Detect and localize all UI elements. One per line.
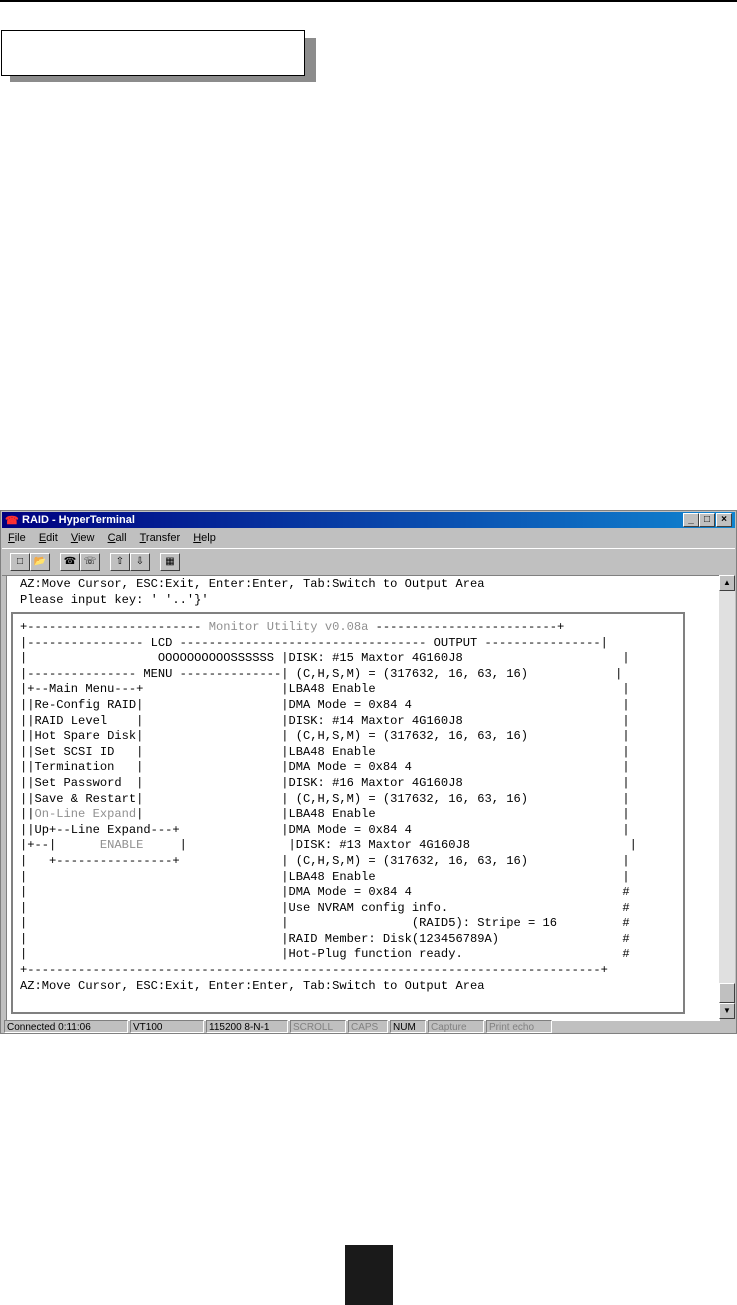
screen-line: ||Up+--Line Expand---+ |DMA Mode = 0x84 … bbox=[20, 822, 630, 837]
new-icon[interactable]: □ bbox=[10, 553, 30, 571]
page-tab-marker bbox=[345, 1245, 393, 1305]
send-icon[interactable]: ⇧ bbox=[110, 553, 130, 571]
status-cell: CAPS bbox=[348, 1020, 388, 1033]
screen-line: ||Re-Config RAID| |DMA Mode = 0x84 4 | bbox=[20, 697, 630, 712]
screen-line: |+--Main Menu---+ |LBA48 Enable | bbox=[20, 682, 630, 697]
screen-line: |+--| ENABLE | |DISK: #13 Maxtor 4G160J8… bbox=[20, 838, 637, 853]
status-cell: SCROLL bbox=[290, 1020, 346, 1033]
menu-call[interactable]: Call bbox=[108, 529, 127, 547]
vertical-scrollbar[interactable]: ▲ ▼ bbox=[719, 575, 735, 1019]
receive-icon[interactable]: ⇩ bbox=[130, 553, 150, 571]
status-cell: 115200 8-N-1 bbox=[206, 1020, 288, 1033]
screen-line: | |DMA Mode = 0x84 4 # bbox=[20, 885, 630, 900]
screen-line: ||Set SCSI ID | |LBA48 Enable | bbox=[20, 744, 630, 759]
scroll-thumb[interactable] bbox=[719, 983, 735, 1003]
menu-view[interactable]: View bbox=[71, 529, 95, 547]
disconnect-icon[interactable]: ☏ bbox=[80, 553, 100, 571]
open-icon[interactable]: 📂 bbox=[30, 553, 50, 571]
screen-line: ||Termination | |DMA Mode = 0x84 4 | bbox=[20, 760, 630, 775]
window-titlebar[interactable]: ☎ RAID - HyperTerminal _ □ × bbox=[2, 512, 735, 528]
screen-title: Monitor Utility v0.08a bbox=[201, 620, 376, 634]
status-cell: Capture bbox=[428, 1020, 484, 1033]
connect-icon[interactable]: ☎ bbox=[60, 553, 80, 571]
screen-line: | | (RAID5): Stripe = 16 # bbox=[20, 916, 630, 931]
hyperterminal-window: ☎ RAID - HyperTerminal _ □ × File Edit V… bbox=[0, 510, 737, 1034]
title-box bbox=[1, 30, 305, 76]
status-cell: Connected 0:11:06 bbox=[4, 1020, 128, 1033]
status-bar: Connected 0:11:06 VT100 115200 8-N-1 SCROLL… bbox=[2, 1019, 735, 1034]
menu-file[interactable]: File bbox=[8, 529, 26, 547]
scroll-up-icon[interactable]: ▲ bbox=[719, 575, 735, 591]
screen-bottom-border: +---------------------------------------… bbox=[20, 963, 608, 978]
menu-edit[interactable]: Edit bbox=[39, 529, 58, 547]
help-line: AZ:Move Cursor, ESC:Exit, Enter:Enter, T… bbox=[20, 577, 485, 591]
terminal-area[interactable]: AZ:Move Cursor, ESC:Exit, Enter:Enter, T… bbox=[6, 575, 720, 1021]
screen-line: | |Use NVRAM config info. # bbox=[20, 900, 630, 915]
screen-line: ||Set Password | |DISK: #16 Maxtor 4G160… bbox=[20, 775, 630, 790]
hyperterminal-icon: ☎ bbox=[5, 515, 19, 527]
screen-footer: AZ:Move Cursor, ESC:Exit, Enter:Enter, T… bbox=[20, 978, 485, 993]
close-button[interactable]: × bbox=[716, 513, 732, 527]
maximize-button[interactable]: □ bbox=[699, 513, 715, 527]
screen-line: ||Hot Spare Disk| | (C,H,S,M) = (317632,… bbox=[20, 729, 630, 744]
scroll-down-icon[interactable]: ▼ bbox=[719, 1003, 735, 1019]
prompt-line: Please input key: ' '..'}' bbox=[20, 592, 209, 607]
screen-line: | |RAID Member: Disk(123456789A) # bbox=[20, 931, 630, 946]
minimize-button[interactable]: _ bbox=[683, 513, 699, 527]
screen-line: |---------------- LCD ------------------… bbox=[20, 635, 608, 650]
status-cell: VT100 bbox=[130, 1020, 204, 1033]
status-cell: Print echo bbox=[486, 1020, 552, 1033]
screen-top-border: +------------------------ Monitor Utilit… bbox=[20, 620, 565, 634]
top-rule bbox=[0, 0, 737, 2]
screen-line: | |Hot-Plug function ready. # bbox=[20, 947, 630, 962]
terminal-header: AZ:Move Cursor, ESC:Exit, Enter:Enter, T… bbox=[20, 577, 484, 608]
menu-transfer[interactable]: Transfer bbox=[140, 529, 181, 547]
screen-line: | |LBA48 Enable | bbox=[20, 869, 630, 884]
toolbar: □ 📂 ☎ ☏ ⇧ ⇩ ▦ bbox=[2, 548, 735, 576]
status-cell: NUM bbox=[390, 1020, 426, 1033]
properties-icon[interactable]: ▦ bbox=[160, 553, 180, 571]
screen-line: ||Save & Restart| | (C,H,S,M) = (317632,… bbox=[20, 791, 630, 806]
monitor-screen: +------------------------ Monitor Utilit… bbox=[20, 620, 637, 994]
menu-help[interactable]: Help bbox=[193, 529, 216, 547]
window-title: RAID - HyperTerminal bbox=[22, 514, 135, 526]
screen-line: | OOOOOOOOOOSSSSSS |DISK: #15 Maxtor 4G1… bbox=[20, 651, 630, 666]
menu-bar: File Edit View Call Transfer Help bbox=[2, 529, 735, 547]
screen-line: ||RAID Level | |DISK: #14 Maxtor 4G160J8… bbox=[20, 713, 630, 728]
screen-line: | +----------------+ | (C,H,S,M) = (3176… bbox=[20, 853, 630, 868]
screen-line: ||On-Line Expand| |LBA48 Enable | bbox=[20, 807, 630, 822]
screen-line: |--------------- MENU --------------| (C… bbox=[20, 666, 623, 681]
